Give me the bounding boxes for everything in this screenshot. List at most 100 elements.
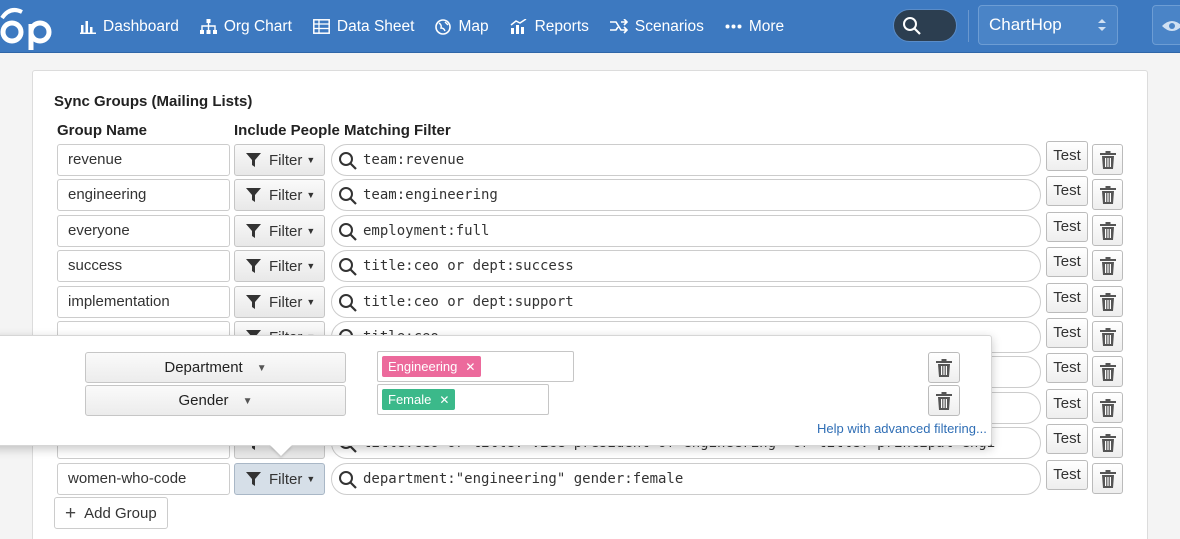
filter-builder-button[interactable]: Filter▼ bbox=[234, 250, 325, 282]
add-group-label: Add Group bbox=[84, 504, 157, 522]
sync-group-row: success Filter ▼ title:ceo or dept:success T… bbox=[0, 247, 1180, 282]
filter-query-input[interactable]: department:"engineering" gender:female bbox=[331, 463, 1041, 495]
add-group-button[interactable]: + Add Group bbox=[54, 497, 168, 529]
group-name-input[interactable]: women-who-code bbox=[57, 463, 230, 495]
test-group-button[interactable]: Test bbox=[1046, 353, 1088, 383]
delete-group-button[interactable] bbox=[1092, 144, 1123, 175]
test-group-button[interactable]: Test bbox=[1046, 176, 1088, 206]
nav-scenarios[interactable]: Scenarios bbox=[609, 18, 704, 36]
dropdown-caret-icon: ▼ bbox=[306, 190, 316, 200]
remove-tag-icon[interactable]: ✕ bbox=[439, 393, 449, 407]
nav-dashboard-label: Dashboard bbox=[103, 17, 179, 35]
filter-builder-button[interactable]: Filter▼ bbox=[234, 286, 325, 318]
delete-group-button[interactable] bbox=[1092, 179, 1123, 210]
advanced-filtering-help-link[interactable]: Help with advanced filtering... bbox=[817, 421, 987, 436]
nav-org-chart[interactable]: Org Chart bbox=[199, 18, 292, 36]
filter-builder-button[interactable]: Filter▼ bbox=[234, 215, 325, 247]
filter-query-input[interactable]: team:engineering bbox=[331, 179, 1041, 211]
test-group-button[interactable]: Test bbox=[1046, 212, 1088, 242]
nav-data-sheet[interactable]: Data Sheet bbox=[312, 17, 415, 36]
group-name-input[interactable]: success bbox=[57, 250, 230, 282]
filter-query-input[interactable]: employment:full bbox=[331, 215, 1041, 247]
filter-funnel-icon bbox=[246, 187, 261, 202]
nav-data-sheet-label: Data Sheet bbox=[336, 17, 415, 35]
group-name-input[interactable]: implementation bbox=[57, 286, 230, 318]
remove-condition-button[interactable] bbox=[928, 385, 960, 416]
condition-field-label: Department bbox=[164, 359, 243, 376]
org-selector[interactable]: ChartHop bbox=[978, 5, 1118, 45]
delete-group-button[interactable] bbox=[1092, 392, 1123, 423]
nav-more-label: More bbox=[748, 17, 785, 35]
filter-builder-button[interactable]: Filter▼ bbox=[234, 179, 325, 211]
test-group-button[interactable]: Test bbox=[1046, 424, 1088, 454]
group-name-input[interactable]: revenue bbox=[57, 144, 230, 176]
filter-button-label: Filter bbox=[269, 257, 303, 275]
test-group-button[interactable]: Test bbox=[1046, 460, 1088, 490]
filter-builder-button[interactable]: Filter▼ bbox=[234, 463, 325, 495]
search-icon bbox=[339, 187, 357, 205]
trash-icon bbox=[1100, 470, 1116, 488]
nav-reports-label: Reports bbox=[534, 17, 589, 35]
filter-query-input[interactable]: title:ceo or dept:support bbox=[331, 286, 1041, 318]
filter-query-text: title:ceo or dept:success bbox=[363, 258, 574, 274]
group-name-input[interactable]: engineering bbox=[57, 179, 230, 211]
trash-icon bbox=[1100, 257, 1116, 275]
test-group-button[interactable]: Test bbox=[1046, 389, 1088, 419]
delete-group-button[interactable] bbox=[1092, 463, 1123, 494]
condition-value-input[interactable]: Female ✕ bbox=[377, 384, 549, 415]
nav-more[interactable]: More bbox=[725, 18, 784, 36]
search-icon bbox=[339, 471, 357, 489]
condition-field-select[interactable]: Gender ▼ bbox=[85, 385, 346, 416]
test-group-button[interactable]: Test bbox=[1046, 318, 1088, 348]
filter-button-label: Filter bbox=[269, 222, 303, 240]
test-group-button[interactable]: Test bbox=[1046, 141, 1088, 171]
plus-icon: + bbox=[65, 502, 77, 524]
sync-group-row: revenue Filter ▼ team:revenue Test bbox=[0, 141, 1180, 176]
delete-group-button[interactable] bbox=[1092, 250, 1123, 281]
filter-query-input[interactable]: title:ceo or dept:success bbox=[331, 250, 1041, 282]
nav-map[interactable]: Map bbox=[435, 17, 489, 36]
filter-button-label: Filter bbox=[269, 186, 303, 204]
delete-group-button[interactable] bbox=[1092, 427, 1123, 458]
trash-icon bbox=[1100, 293, 1116, 311]
nav-map-label: Map bbox=[458, 17, 489, 35]
delete-group-button[interactable] bbox=[1092, 356, 1123, 387]
filter-funnel-icon bbox=[246, 294, 261, 309]
value-tag: Engineering ✕ bbox=[382, 356, 482, 377]
dropdown-caret-icon: ▼ bbox=[306, 474, 316, 484]
group-name-input[interactable]: everyone bbox=[57, 215, 230, 247]
trash-icon bbox=[1100, 328, 1116, 346]
filter-funnel-icon bbox=[246, 223, 261, 238]
remove-condition-button[interactable] bbox=[928, 352, 960, 383]
dropdown-caret-icon: ▼ bbox=[306, 261, 316, 271]
search-icon bbox=[339, 223, 357, 241]
delete-group-button[interactable] bbox=[1092, 215, 1123, 246]
filter-query-text: department:"engineering" gender:female bbox=[363, 471, 684, 487]
filter-builder-button[interactable]: Filter▼ bbox=[234, 144, 325, 176]
delete-group-button[interactable] bbox=[1092, 321, 1123, 352]
popover-arrow bbox=[270, 445, 292, 456]
charthop-logo[interactable] bbox=[0, 4, 60, 50]
trash-icon bbox=[936, 359, 952, 377]
test-group-button[interactable]: Test bbox=[1046, 283, 1088, 313]
filter-query-input[interactable]: team:revenue bbox=[331, 144, 1041, 176]
remove-tag-icon[interactable]: ✕ bbox=[465, 360, 475, 374]
condition-value-input[interactable]: Engineering ✕ bbox=[377, 351, 574, 382]
sync-group-row: everyone Filter ▼ employment:full Test bbox=[0, 212, 1180, 247]
delete-group-button[interactable] bbox=[1092, 286, 1123, 317]
search-icon bbox=[339, 294, 357, 312]
test-group-button[interactable]: Test bbox=[1046, 247, 1088, 277]
condition-field-select[interactable]: Department ▼ bbox=[85, 352, 346, 383]
view-as-button[interactable] bbox=[1152, 5, 1180, 45]
top-nav-bar: Dashboard Org Chart Data Sheet Map Repor… bbox=[0, 0, 1180, 53]
dropdown-caret-icon: ▼ bbox=[256, 363, 267, 374]
eye-icon bbox=[1162, 21, 1180, 31]
filter-query-text: team:engineering bbox=[363, 187, 498, 203]
nav-reports[interactable]: Reports bbox=[510, 18, 589, 36]
search-icon bbox=[903, 17, 921, 35]
dropdown-caret-icon: ▼ bbox=[306, 226, 316, 236]
filter-query-text: title:ceo or dept:support bbox=[363, 294, 574, 310]
nav-dashboard[interactable]: Dashboard bbox=[80, 18, 179, 36]
search-icon bbox=[339, 258, 357, 276]
global-search-button[interactable] bbox=[893, 9, 957, 42]
